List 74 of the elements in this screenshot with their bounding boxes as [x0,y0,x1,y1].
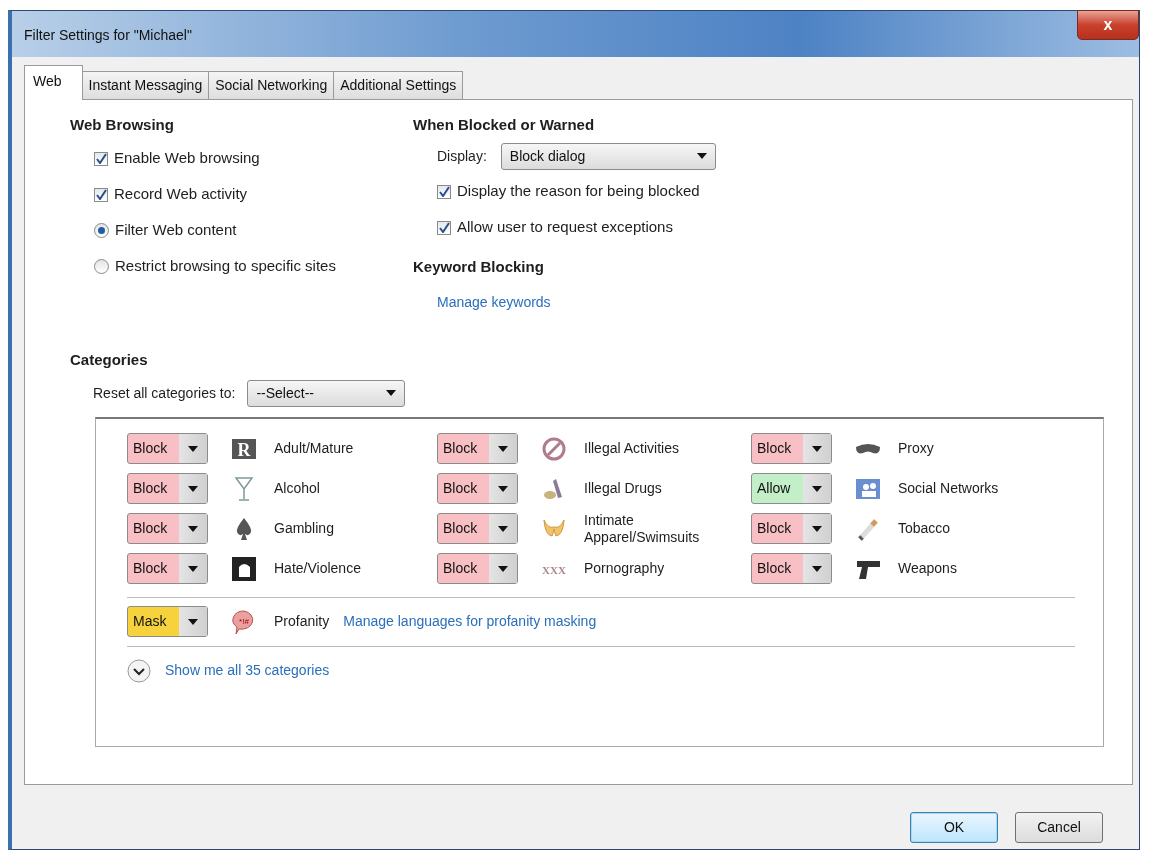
option-label: Display the reason for being blocked [457,181,700,202]
action-dropdown[interactable]: Block [127,513,208,544]
caret-icon [188,525,198,532]
category-label: Hate/Violence [274,559,361,579]
checkbox[interactable] [94,187,108,202]
option-label: Filter Web content [115,220,237,241]
category-label: Social Networks [898,479,999,499]
close-button[interactable]: x [1077,10,1139,40]
action-dropdown[interactable]: Block [437,513,518,544]
category-label: Adult/Mature [274,439,354,459]
caret-icon [812,565,822,572]
checkbox[interactable] [94,151,108,166]
category-label: Tobacco [898,519,951,539]
cancel-button[interactable]: Cancel [1015,812,1103,843]
caret-icon [696,153,707,159]
action-dropdown[interactable]: Block [751,553,832,584]
category-label: Proxy [898,439,934,459]
expand-icon[interactable] [127,658,151,683]
caret-icon [498,445,508,452]
category-label: Pornography [584,559,665,579]
category-label: Alcohol [274,479,320,499]
show-all-categories-link[interactable]: Show me all 35 categories [165,660,330,681]
tab[interactable]: Social Networking [208,71,335,99]
display-dropdown[interactable]: Block dialog [500,142,716,170]
xxx-icon: XXX [540,554,568,583]
checkbox[interactable] [437,220,451,235]
option-label: Restrict browsing to specific sites [115,256,336,277]
action-dropdown[interactable]: Mask [127,606,208,637]
caret-icon [498,485,508,492]
option-label: Record Web activity [114,184,248,205]
category-label: Intimate Apparel/Swimsuits [584,511,701,546]
action-dropdown[interactable]: Block [437,433,518,464]
action-dropdown[interactable]: Block [751,433,832,464]
action-dropdown[interactable]: Block [437,473,518,504]
tab[interactable]: Web [24,65,83,100]
action-dropdown[interactable]: Allow [751,473,832,504]
category-label: Illegal Activities [584,439,679,459]
category-label: Profanity [274,612,330,632]
manage-keywords-link[interactable]: Manage keywords [437,292,551,313]
action-dropdown[interactable]: Block [127,433,208,464]
tab[interactable]: Additional Settings [333,71,464,99]
radio-button[interactable] [94,259,109,274]
section-heading: Categories [70,350,149,370]
action-dropdown[interactable]: Block [127,473,208,504]
reset-label: Reset all categories to: [93,383,236,403]
action-dropdown[interactable]: Block [437,553,518,584]
option-label: Allow user to request exceptions [457,217,673,238]
caret-icon [188,485,198,492]
caret-icon [812,445,822,452]
window-title: Filter Settings for "Michael" [24,26,192,45]
caret-icon [386,390,397,396]
tab[interactable]: Instant Messaging [81,71,210,99]
checkbox[interactable] [437,184,451,199]
action-dropdown[interactable]: Block [127,553,208,584]
caret-icon [188,445,198,452]
caret-icon [498,525,508,532]
category-label: Weapons [898,559,957,579]
caret-icon [188,565,198,572]
section-heading: Web Browsing [70,115,175,135]
ok-button[interactable]: OK [910,812,998,843]
section-heading: When Blocked or Warned [413,115,596,135]
manage-languages-link[interactable]: Manage languages for profanity masking [343,611,597,632]
caret-icon [812,525,822,532]
action-dropdown[interactable]: Block [751,513,832,544]
category-label: Gambling [274,519,334,539]
section-heading: Keyword Blocking [413,256,545,277]
radio-button[interactable] [94,223,109,238]
caret-icon [812,485,822,492]
display-label: Display: [437,146,487,166]
caret-icon [188,618,198,625]
category-label: Illegal Drugs [584,479,662,499]
caret-icon [498,565,508,572]
reset-dropdown[interactable]: --Select-- [247,379,406,407]
option-label: Enable Web browsing [114,148,260,169]
